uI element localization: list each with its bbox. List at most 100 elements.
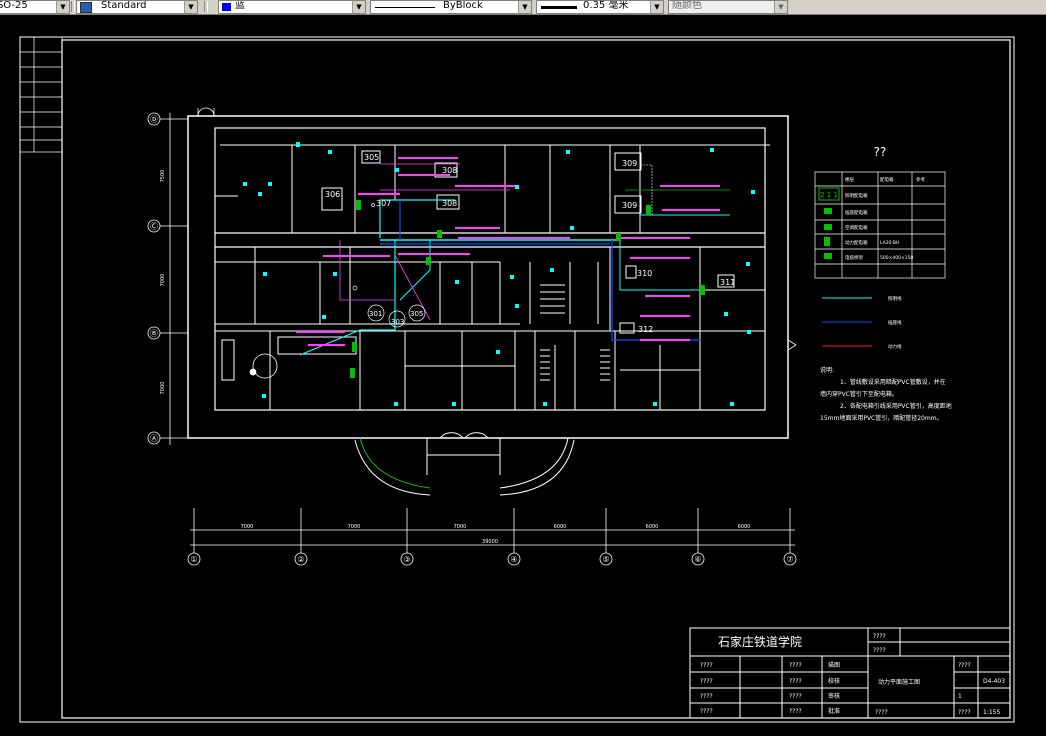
lineweight-dropdown[interactable]: 0.35 毫米 ▼ <box>536 0 664 14</box>
room-311: 311 <box>720 278 735 287</box>
legend-name-2: 插座配电箱 <box>845 209 868 216</box>
tb-q7: ???? <box>789 662 802 669</box>
axis-D: Ⓓ <box>150 115 158 124</box>
notes-line1: 1、管线敷设采用暗配PVC管敷设，并在 <box>840 378 946 386</box>
room-303: 303 <box>391 318 404 326</box>
legend-note-0: 参考 <box>916 176 925 183</box>
dim-left-3: 7000 <box>160 382 166 395</box>
text-style-value: ISO-25 <box>0 0 28 11</box>
color-dropdown[interactable]: 蓝 ▼ <box>218 0 366 14</box>
tb-q5: ???? <box>700 693 713 700</box>
legend-line-0: 照明线 <box>888 295 902 302</box>
linetype-value: ByBlock <box>443 0 483 11</box>
notes-heading: 说明: <box>820 366 834 374</box>
axis-7: ⑦ <box>786 555 793 564</box>
legend-name-0: 楼层 <box>845 176 854 183</box>
chevron-down-icon[interactable]: ▼ <box>184 1 197 13</box>
tb-q11: ???? <box>875 709 888 716</box>
room-309b: 309 <box>622 201 637 210</box>
legend-name-1: 照明配电箱 <box>845 192 868 199</box>
axis-grid <box>147 112 797 566</box>
dim-style-dropdown[interactable]: Standard ▼ <box>76 0 198 14</box>
dim-4: 6000 <box>554 524 567 530</box>
room-309a: 309 <box>622 159 637 168</box>
room-301: 301 <box>369 310 382 318</box>
dim-left-2: 7000 <box>160 274 166 287</box>
text-style-dropdown[interactable]: ISO-25 ▼ <box>0 0 70 14</box>
lineweight-sample <box>541 6 577 9</box>
dim-2: 7000 <box>348 524 361 530</box>
legend-spec-4: 500×400×150 <box>880 255 913 261</box>
axis-1: ① <box>190 555 197 564</box>
dimension-text: 7000 7000 7000 6000 6000 6000 39000 7500… <box>160 170 750 545</box>
chevron-down-icon[interactable]: ▼ <box>56 1 69 13</box>
axis-B: Ⓑ <box>150 329 158 338</box>
axis-6: ⑥ <box>694 555 701 564</box>
room-312: 312 <box>638 325 653 334</box>
tb-q2: ???? <box>873 647 886 654</box>
dim-3: 7000 <box>454 524 467 530</box>
toolbar-separator <box>204 1 208 12</box>
tb-q9: ???? <box>789 693 802 700</box>
tb-c1: 描图 <box>828 661 840 669</box>
toolbar-separator <box>71 1 75 12</box>
legend-sym-0: 2 1 1 <box>820 191 838 199</box>
chevron-down-icon[interactable]: ▼ <box>352 1 365 13</box>
axis-5: ⑤ <box>602 555 609 564</box>
linetype-sample <box>375 7 435 8</box>
legend-name-3: 空调配电箱 <box>845 224 868 231</box>
axis-2: ② <box>297 555 304 564</box>
legend-name-4: 动力配电箱 <box>845 239 868 246</box>
wiring <box>299 163 730 356</box>
room-306: 306 <box>325 190 340 199</box>
tb-q6: ???? <box>700 708 713 715</box>
room-305b: 305 <box>410 310 423 318</box>
tb-sheet-no: D4-403 <box>983 678 1005 685</box>
chevron-down-icon[interactable]: ▼ <box>774 1 787 13</box>
dim-left-1: 7500 <box>160 170 166 183</box>
notes-line2: 墙内穿PVC管引下至配电箱。 <box>820 390 898 398</box>
axis-C: Ⓒ <box>150 222 158 231</box>
room-308b: 308 <box>442 199 457 208</box>
legend-line-2: 动力线 <box>888 343 902 350</box>
plotstyle-value: 随颜色 <box>672 0 702 11</box>
axis-A: Ⓐ <box>150 434 158 443</box>
legend-spec-3: LA20-BH <box>880 240 899 246</box>
circuit-labels <box>296 157 720 346</box>
tb-design-name: 动力平面施工图 <box>878 678 920 686</box>
side-strip <box>19 36 63 153</box>
chevron-down-icon[interactable]: ▼ <box>650 1 663 13</box>
tb-q12: ???? <box>958 662 971 669</box>
tb-c2: 校核 <box>828 677 840 685</box>
building-walls <box>187 115 789 496</box>
dim-1: 7000 <box>241 524 254 530</box>
legend-title: ?? <box>874 145 887 159</box>
tb-c3: 审核 <box>828 692 840 700</box>
color-swatch <box>222 3 231 11</box>
notes-line3: 2、各配电箱引线采用PVC管引，高度距地 <box>840 402 952 410</box>
room-308a: 308 <box>442 166 457 175</box>
tb-q4: ???? <box>700 678 713 685</box>
tb-r3: 1 <box>958 693 962 700</box>
lineweight-value: 0.35 毫米 <box>583 0 629 11</box>
tb-scale: 1:155 <box>983 709 1000 716</box>
legend-spec-0: 配电箱 <box>880 176 894 183</box>
tb-c4: 批准 <box>828 707 840 715</box>
dim-style-value: Standard <box>101 0 147 11</box>
properties-toolbar: ISO-25 ▼ Standard ▼ 蓝 ▼ ByBlock ▼ 0.35 毫… <box>0 0 1046 15</box>
axis-3: ③ <box>403 555 410 564</box>
legend-table: ?? 2 1 1 楼层 照明配电箱 插座配电箱 空调配电箱 动力配电箱 电缆桥架… <box>814 145 946 350</box>
color-value: 蓝 <box>235 0 245 11</box>
title-block-text: 石家庄铁道学院 ???? ???? ???? ???? ???? ???? ??… <box>700 633 1005 716</box>
linetype-dropdown[interactable]: ByBlock ▼ <box>370 0 532 14</box>
drawing-canvas[interactable]: 305 306 307 308 308 309 309 310 311 312 … <box>0 15 1046 736</box>
tb-q8: ???? <box>789 678 802 685</box>
plotstyle-dropdown[interactable]: 随颜色 ▼ <box>668 0 788 14</box>
room-310: 310 <box>637 269 652 278</box>
chevron-down-icon[interactable]: ▼ <box>518 1 531 13</box>
legend-line-1: 插座线 <box>888 319 902 326</box>
dim-5: 6000 <box>646 524 659 530</box>
tb-q1: ???? <box>873 633 886 640</box>
school-name: 石家庄铁道学院 <box>718 634 802 649</box>
tb-q3: ???? <box>700 662 713 669</box>
